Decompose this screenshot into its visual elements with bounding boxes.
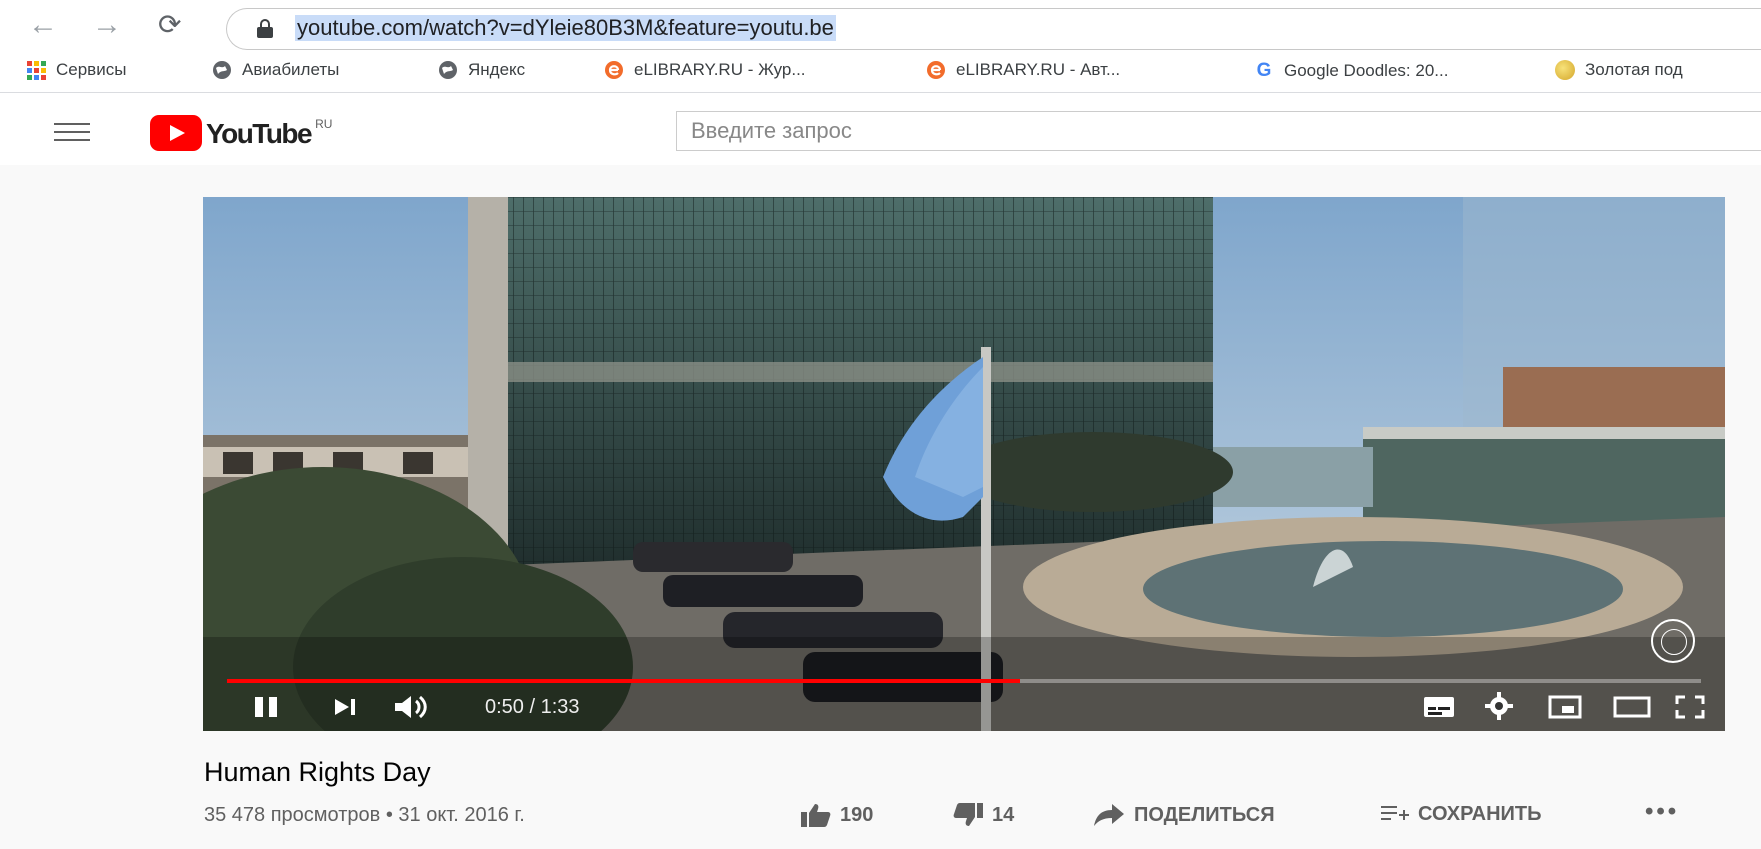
bookmark-yandex[interactable]: Яндекс — [438, 60, 525, 80]
share-button[interactable]: ПОДЕЛИТЬСЯ — [1092, 802, 1275, 828]
search-input[interactable]: Введите запрос — [676, 111, 1761, 151]
un-emblem-icon — [1651, 619, 1695, 663]
add-to-playlist-icon — [1381, 806, 1409, 820]
lock-icon — [257, 19, 273, 38]
miniplayer-icon[interactable] — [1548, 695, 1582, 719]
share-label: ПОДЕЛИТЬСЯ — [1134, 803, 1275, 826]
bookmark-zolotaya[interactable]: Золотая под — [1555, 60, 1683, 80]
youtube-logo[interactable]: YouTube RU — [150, 115, 332, 153]
google-icon: G — [1256, 60, 1272, 81]
bookmark-google-doodles[interactable]: G Google Doodles: 20... — [1254, 60, 1449, 82]
gold-circle-icon — [1555, 60, 1575, 80]
globe-icon — [213, 61, 231, 79]
reload-icon[interactable]: ⟳ — [158, 10, 181, 40]
bookmark-label: Золотая под — [1585, 60, 1683, 79]
bookmark-label: Сервисы — [56, 60, 127, 79]
url-text: youtube.com/watch?v=dYleie80B3M&feature=… — [295, 15, 836, 41]
pause-icon[interactable] — [253, 696, 281, 718]
hamburger-menu-icon[interactable] — [54, 123, 90, 147]
dislike-button[interactable]: 14 — [952, 802, 1014, 828]
thumbs-down-icon — [953, 803, 983, 826]
bookmark-label: Яндекс — [468, 60, 526, 79]
dislike-count: 14 — [992, 803, 1015, 826]
logo-text: YouTube — [206, 118, 313, 149]
bookmark-label: eLIBRARY.RU - Авт... — [956, 60, 1121, 79]
video-player[interactable]: 0:50 / 1:33 — [203, 197, 1725, 731]
volume-icon[interactable] — [393, 694, 431, 720]
youtube-play-icon — [150, 115, 202, 151]
bookmark-label: Авиабилеты — [242, 60, 340, 79]
elibrary-icon — [605, 61, 623, 79]
view-count: 35 478 просмотров — [204, 804, 381, 826]
subtitles-icon[interactable] — [1423, 695, 1455, 719]
meta-separator: • — [385, 804, 399, 826]
more-actions-icon[interactable]: ••• — [1645, 798, 1679, 826]
apps-icon — [27, 60, 46, 80]
bookmark-elibrary-journals[interactable]: eLIBRARY.RU - Жур... — [604, 60, 806, 80]
like-button[interactable]: 190 — [800, 802, 873, 828]
publish-date: 31 окт. 2016 г. — [398, 804, 525, 826]
browser-address-bar: ← → ⟳ youtube.com/watch?v=dYleie80B3M&fe… — [0, 0, 1761, 50]
share-arrow-icon — [1094, 804, 1124, 826]
like-count: 190 — [840, 803, 874, 826]
bookmark-label: eLIBRARY.RU - Жур... — [634, 60, 806, 79]
video-frame — [203, 197, 1725, 731]
time-display: 0:50 / 1:33 — [485, 696, 580, 718]
url-input[interactable]: youtube.com/watch?v=dYleie80B3M&feature=… — [226, 8, 1761, 50]
bookmarks-bar: Сервисы Авиабилеты Яндекс eLIBRARY.RU - … — [0, 50, 1761, 93]
youtube-header: YouTube RU Введите запрос — [0, 93, 1761, 165]
video-meta: 35 478 просмотров • 31 окт. 2016 г. — [204, 804, 525, 827]
back-arrow-icon[interactable]: ← — [28, 10, 58, 40]
fullscreen-icon[interactable] — [1675, 695, 1705, 719]
bookmark-elibrary-authors[interactable]: eLIBRARY.RU - Авт... — [926, 60, 1120, 80]
logo-region: RU — [315, 117, 333, 131]
theater-mode-icon[interactable] — [1613, 695, 1651, 719]
bookmark-services[interactable]: Сервисы — [27, 60, 126, 80]
save-label: СОХРАНИТЬ — [1418, 802, 1542, 825]
settings-gear-icon[interactable] — [1485, 692, 1513, 720]
player-controls: 0:50 / 1:33 — [203, 683, 1725, 731]
bookmark-aviabilety[interactable]: Авиабилеты — [212, 60, 339, 80]
elibrary-icon — [927, 61, 945, 79]
bookmark-label: Google Doodles: 20... — [1284, 61, 1449, 80]
forward-arrow-icon[interactable]: → — [92, 10, 122, 40]
globe-icon — [439, 61, 457, 79]
next-icon[interactable] — [333, 696, 359, 718]
save-button[interactable]: СОХРАНИТЬ — [1380, 802, 1542, 826]
video-title: Human Rights Day — [204, 757, 431, 787]
thumbs-up-icon — [801, 804, 831, 827]
